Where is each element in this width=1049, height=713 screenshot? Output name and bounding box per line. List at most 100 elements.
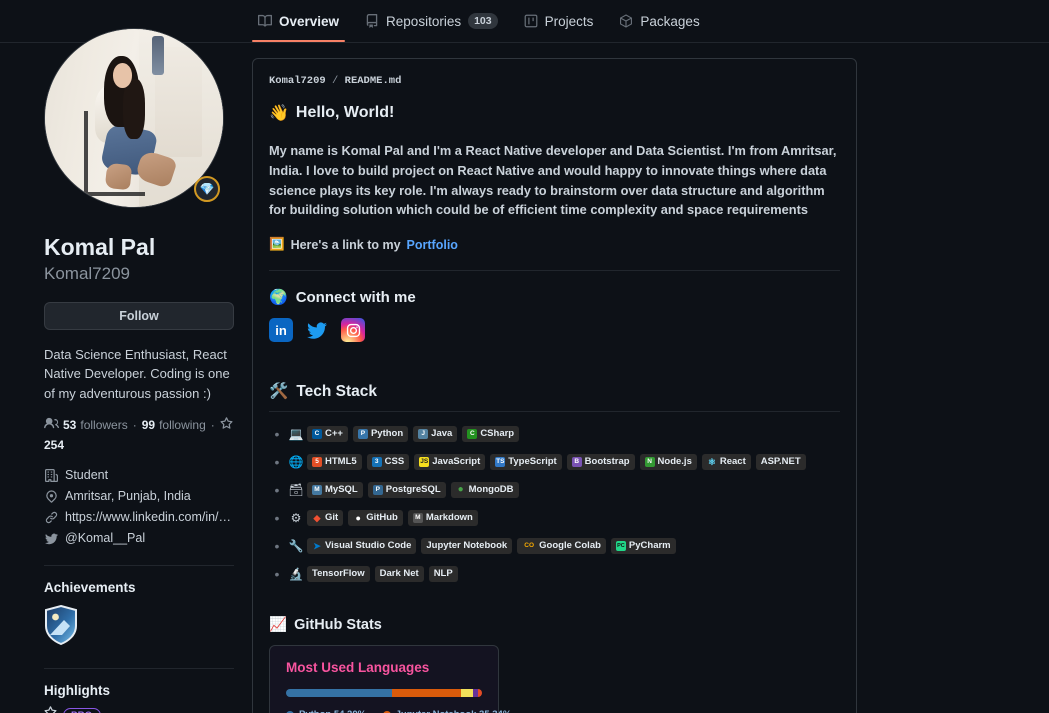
profile-bio: Data Science Enthusiast, React Native De…	[44, 346, 230, 401]
stars-count[interactable]: 254	[44, 438, 64, 452]
badge-markdown[interactable]: M Markdown	[407, 510, 478, 527]
portfolio-prefix: Here's a link to my	[290, 237, 401, 252]
badge-java[interactable]: J Java	[413, 426, 458, 443]
badge-colab[interactable]: CO Google Colab	[517, 538, 606, 555]
detail-location: Amritsar, Punjab, India	[44, 488, 238, 505]
hello-heading-text: Hello, World!	[295, 104, 395, 121]
badge-vscode[interactable]: ➤ Visual Studio Code	[307, 538, 417, 555]
connect-heading-text: Connect with me	[295, 288, 416, 306]
tab-projects[interactable]: Projects	[524, 0, 593, 42]
badge-cpp-label: C++	[325, 428, 343, 440]
tech-row-databases: • 🗃 M MySQL P PostgreSQL ● MongoDB	[269, 482, 840, 499]
detail-organization: Student	[44, 467, 238, 484]
badge-javascript[interactable]: JS JavaScript	[414, 454, 486, 471]
badge-git-label: Git	[325, 512, 339, 524]
bar-segment-html	[477, 689, 482, 698]
highlight-pro[interactable]: PRO	[44, 706, 238, 713]
following-count[interactable]: 99	[142, 418, 155, 432]
badge-react[interactable]: ⚛ React	[701, 454, 751, 471]
badge-mongodb[interactable]: ● MongoDB	[450, 482, 519, 499]
badge-python[interactable]: P Python	[352, 426, 409, 443]
badge-csharp[interactable]: C CSharp	[462, 426, 520, 443]
breadcrumb-owner[interactable]: Komal7209	[269, 75, 326, 87]
postgresql-mark: P	[372, 485, 383, 496]
badge-aspnet[interactable]: ASP.NET	[755, 454, 806, 471]
badge-nlp[interactable]: NLP	[428, 566, 458, 583]
tab-overview[interactable]: Overview	[251, 0, 346, 42]
github-stats-heading-text: GitHub Stats	[294, 616, 382, 633]
list-bullet: •	[274, 426, 280, 443]
badge-github[interactable]: ● GitHub	[348, 510, 403, 527]
status-emoji: 💎	[199, 182, 215, 196]
cpp-mark: C	[312, 429, 322, 440]
bar-segment-python	[286, 689, 393, 698]
badge-vscode-label: Visual Studio Code	[325, 540, 412, 552]
detail-twitter[interactable]: @Komal__Pal	[44, 530, 238, 547]
badge-python-label: Python	[370, 428, 404, 440]
repositories-count: 103	[468, 13, 498, 29]
achievements-title: Achievements	[44, 580, 136, 596]
most-used-languages-title: Most Used Languages	[286, 660, 430, 676]
tech-stack-list: • 💻 C C++ P Python J Java C CSharp • 🌐 5 HTML…	[269, 426, 840, 583]
instagram-icon[interactable]	[341, 318, 365, 343]
location-icon	[44, 490, 58, 503]
profile-stats: 53 followers · 99 following · 254	[44, 416, 238, 452]
badge-tensorflow[interactable]: TensorFlow	[307, 566, 370, 583]
javascript-mark: JS	[419, 457, 430, 468]
colab-mark: CO	[524, 542, 535, 550]
tab-packages-label: Packages	[640, 13, 700, 29]
breadcrumb-file[interactable]: README.md	[345, 75, 402, 87]
highlights-title: Highlights	[44, 683, 110, 699]
tech-row-web: • 🌐 5 HTML5 3 CSS JS JavaScript TS TypeScrip…	[269, 454, 840, 471]
most-used-languages-card: Most Used Languages Python 54.20% Jupyte…	[269, 645, 511, 713]
sidebar-divider-1	[44, 565, 234, 567]
badge-jupyter[interactable]: Jupyter Notebook	[421, 538, 513, 555]
list-bullet: •	[274, 566, 280, 583]
portfolio-link[interactable]: Portfolio	[407, 238, 458, 252]
portfolio-line: 🖼️ Here's a link to my Portfolio	[269, 237, 840, 252]
status-emoji-badge[interactable]: 💎	[194, 176, 220, 202]
twitter-icon[interactable]	[305, 318, 329, 342]
following-label[interactable]: following	[159, 418, 206, 432]
intro-paragraph: My name is Komal Pal and I'm a React Nat…	[269, 143, 837, 218]
readme-divider-2	[269, 411, 840, 413]
badge-git[interactable]: ◆ Git	[307, 510, 344, 527]
sidebar-divider-2	[44, 668, 234, 670]
quickdraw-achievement-badge[interactable]	[44, 605, 238, 650]
react-mark: ⚛	[707, 457, 716, 468]
badge-pycharm[interactable]: PC PyCharm	[610, 538, 676, 555]
wrench-emoji-icon: 🔧	[288, 539, 304, 554]
linkedin-icon[interactable]: in	[269, 318, 293, 343]
badge-typescript[interactable]: TS TypeScript	[490, 454, 562, 471]
mongodb-mark: ●	[457, 484, 464, 496]
badge-nodejs-label: Node.js	[657, 456, 692, 468]
badge-mongodb-label: MongoDB	[468, 484, 514, 496]
badge-html5[interactable]: 5 HTML5	[307, 454, 362, 471]
tab-packages[interactable]: Packages	[619, 0, 700, 42]
markdown-mark: M	[412, 513, 423, 524]
badge-darknet[interactable]: Dark Net	[374, 566, 424, 583]
typescript-mark: TS	[495, 457, 506, 468]
badge-bootstrap-label: Bootstrap	[584, 456, 630, 468]
badge-mysql[interactable]: M MySQL	[307, 482, 363, 499]
gear-emoji-icon: ⚙	[290, 511, 302, 526]
social-links: in	[269, 318, 840, 343]
follow-button[interactable]: Follow	[44, 301, 234, 330]
database-emoji-icon: 🗃	[288, 483, 304, 498]
profile-tabs: Overview Repositories 103 Projects Packa…	[251, 0, 700, 42]
profile-sidebar: 💎 Komal Pal Komal7209 Follow Data Scienc…	[44, 28, 238, 713]
badge-postgresql[interactable]: P PostgreSQL	[367, 482, 446, 499]
badge-nodejs[interactable]: N Node.js	[639, 454, 697, 471]
tab-repositories[interactable]: Repositories 103	[365, 0, 498, 42]
badge-cpp[interactable]: C C++	[307, 426, 348, 443]
badge-bootstrap[interactable]: B Bootstrap	[566, 454, 635, 471]
detail-website[interactable]: https://www.linkedin.com/in/komal-pal-..…	[44, 509, 238, 526]
bar-segment-javascript	[461, 689, 474, 698]
git-mark: ◆	[313, 513, 321, 524]
followers-count[interactable]: 53	[63, 418, 76, 432]
legend-item-python: Python 54.20%	[286, 709, 377, 713]
badge-css[interactable]: 3 CSS	[366, 454, 410, 471]
hello-heading: 👋 Hello, World!	[269, 103, 840, 123]
followers-label[interactable]: followers	[80, 418, 127, 432]
twitter-icon	[44, 532, 58, 545]
